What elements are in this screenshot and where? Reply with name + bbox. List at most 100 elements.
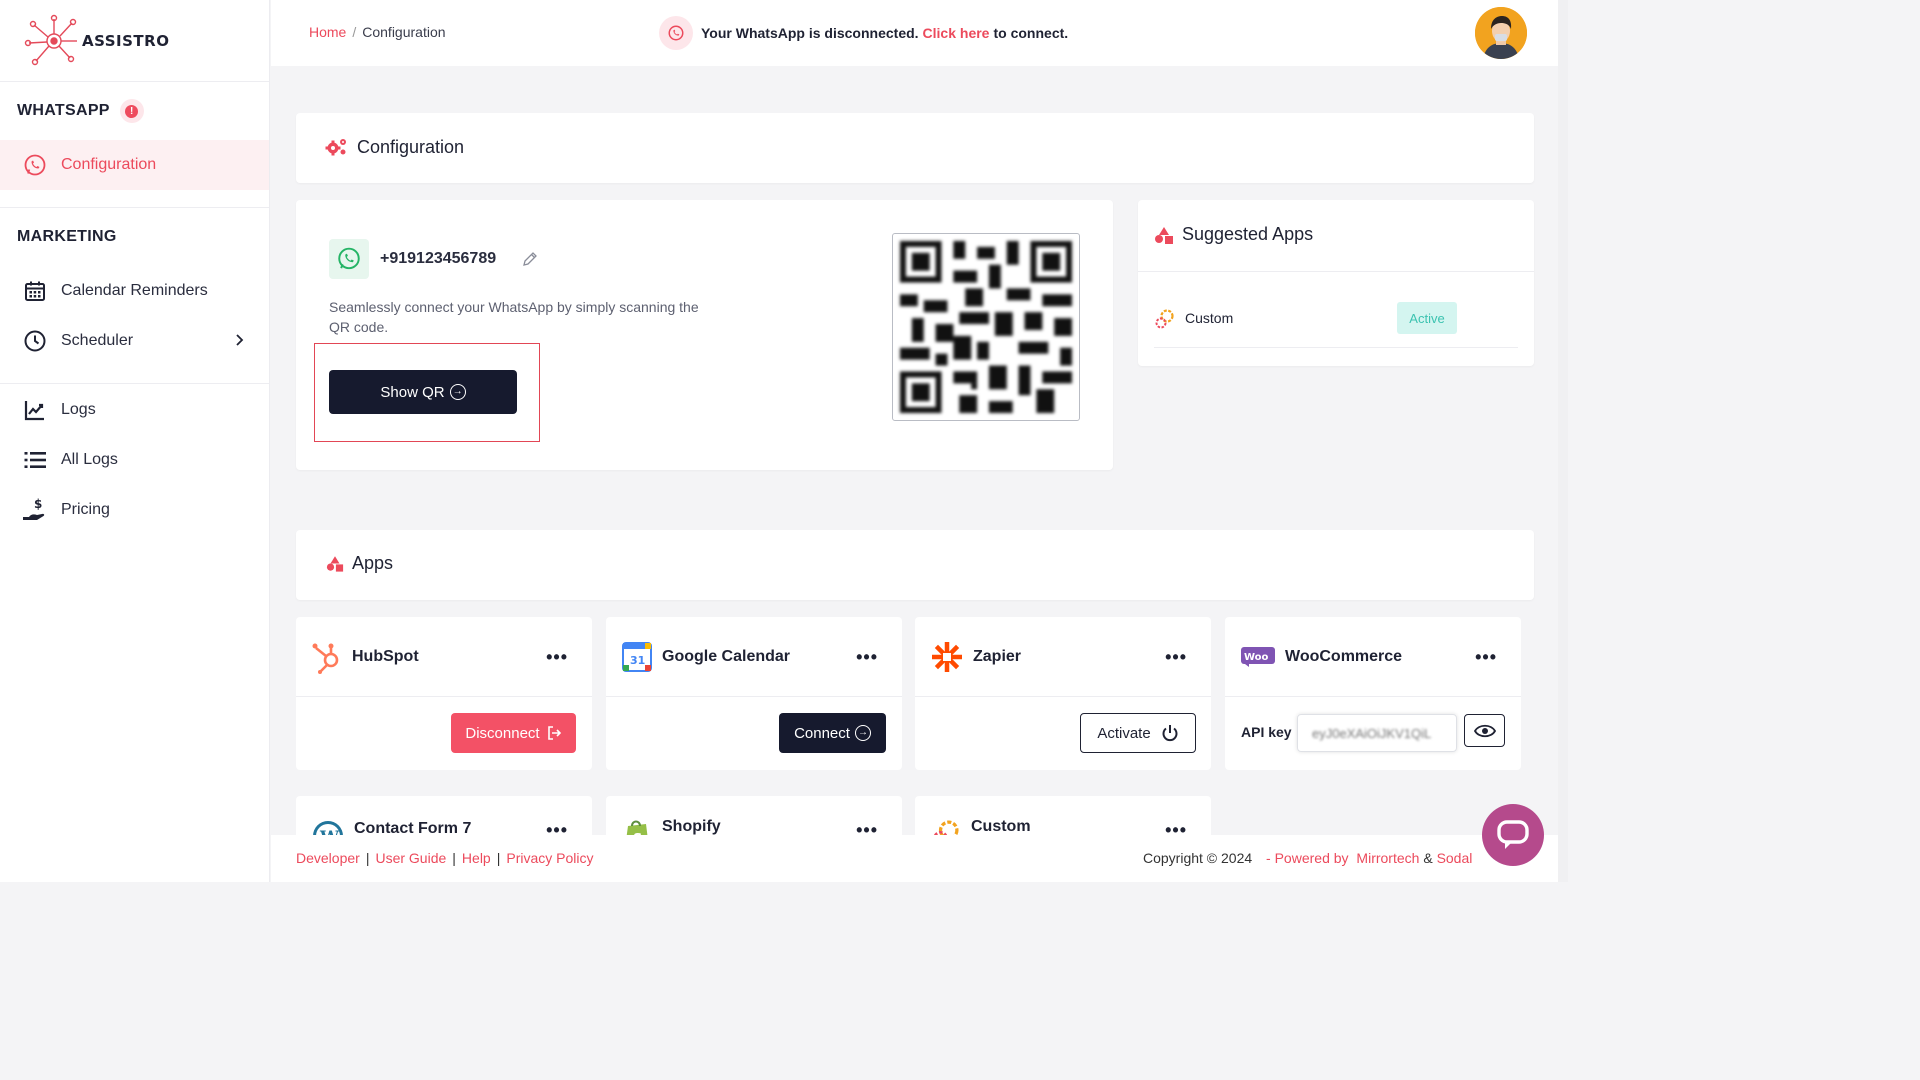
copyright-text: Copyright © 2024	[1143, 850, 1253, 866]
sidebar-item-label: Pricing	[61, 501, 110, 518]
warning-icon-glyph: !	[125, 104, 139, 118]
api-key-input[interactable]: eyJ0eXAiOiJKV1QiL	[1297, 714, 1457, 752]
disconnect-button[interactable]: Disconnect	[451, 713, 576, 753]
api-key-label: API key	[1241, 724, 1292, 740]
connect-button[interactable]: Connect →	[779, 713, 886, 753]
chevron-right-icon[interactable]	[233, 332, 245, 348]
woo-icon-text: Woo	[1244, 652, 1269, 663]
developer-link[interactable]: Developer	[296, 850, 360, 866]
breadcrumb: Home / Configuration	[309, 24, 446, 40]
list-item: Custom Active	[1154, 288, 1518, 348]
suggested-app-name: Custom	[1185, 310, 1234, 326]
breadcrumb-home-link[interactable]: Home	[309, 24, 346, 40]
sidebar-item-scheduler[interactable]: Scheduler	[0, 316, 269, 366]
configuration-title-text: Configuration	[357, 136, 465, 157]
sidebar-item-label: Calendar Reminders	[61, 282, 208, 299]
apps-title-text: Apps	[352, 553, 394, 573]
shapes-icon	[1155, 226, 1173, 244]
hubspot-card: HubSpot ••• Disconnect	[296, 617, 592, 770]
sodal-link[interactable]: Sodal	[1437, 850, 1473, 866]
disconnect-label: Disconnect	[465, 724, 540, 742]
avatar[interactable]	[1475, 7, 1527, 59]
help-link[interactable]: Help	[462, 850, 491, 866]
shapes-icon	[326, 556, 344, 572]
marketing-section-title: MARKETING	[17, 228, 117, 245]
app-name: Custom	[971, 818, 1031, 835]
app-card-body: Connect →	[606, 697, 902, 769]
power-icon	[1162, 725, 1178, 742]
app-name: Google Calendar	[662, 647, 791, 665]
divider	[1138, 271, 1534, 272]
privacy-policy-link[interactable]: Privacy Policy	[506, 850, 593, 866]
app-card-body: Activate	[915, 697, 1211, 769]
apps-title: Apps	[326, 553, 393, 574]
page-scrollbar[interactable]	[1558, 0, 1568, 882]
breadcrumb-current: Configuration	[362, 24, 446, 40]
app-name: Zapier	[973, 647, 1022, 665]
suggested-apps-title-text: Suggested Apps	[1182, 224, 1314, 244]
app-name: HubSpot	[352, 647, 419, 665]
more-options-icon[interactable]: •••	[1475, 647, 1497, 668]
brand-name: ASSISTRO	[82, 31, 170, 50]
alert-text: Your WhatsApp is disconnected.	[701, 25, 919, 41]
whatsapp-icon	[22, 152, 48, 178]
logout-icon	[547, 726, 561, 740]
chart-line-icon	[22, 397, 48, 423]
show-qr-button[interactable]: Show QR →	[329, 370, 517, 414]
sidebar-item-calendar-reminders[interactable]: Calendar Reminders	[0, 266, 269, 316]
calendar-icon	[22, 278, 48, 304]
app-card-header: Zapier •••	[915, 617, 1211, 697]
activate-button[interactable]: Activate	[1080, 713, 1196, 753]
sidebar-item-label: All Logs	[61, 451, 118, 468]
configuration-title: Configuration	[324, 136, 464, 158]
whatsapp-connection-card: +919123456789 Seamlessly connect your Wh…	[296, 200, 1113, 470]
footer-links: Developer | User Guide | Help | Privacy Policy	[296, 850, 594, 866]
woocommerce-icon: Woo	[1241, 646, 1275, 667]
app-name: Shopify	[662, 818, 721, 835]
whatsapp-icon	[329, 239, 369, 279]
eye-icon	[1473, 724, 1496, 737]
connect-label: Connect	[794, 724, 850, 742]
sidebar-item-configuration[interactable]: Configuration	[0, 140, 269, 190]
mirrortech-link[interactable]: Mirrortech	[1356, 850, 1419, 866]
show-key-button[interactable]	[1464, 714, 1505, 747]
woocommerce-card: Woo WooCommerce ••• API key eyJ0eXAiOiJK…	[1225, 617, 1521, 770]
show-qr-label: Show QR	[380, 383, 445, 401]
app-name: WooCommerce	[1285, 647, 1403, 665]
activate-label: Activate	[1097, 724, 1151, 742]
app-card-header: 31 Google Calendar •••	[606, 617, 902, 697]
sidebar-item-logs[interactable]: Logs	[0, 385, 269, 435]
chat-widget-button[interactable]	[1482, 804, 1544, 866]
configuration-header: Configuration	[296, 113, 1534, 183]
suggested-apps-card: Suggested Apps Custom Active	[1138, 200, 1534, 366]
zapier-icon	[932, 641, 962, 672]
more-options-icon[interactable]: •••	[1165, 647, 1187, 668]
sidebar-item-label: Configuration	[61, 156, 157, 173]
more-options-icon[interactable]: •••	[546, 647, 568, 668]
sidebar: ASSISTRO WHATSAPP ! Configuration MARKET…	[0, 0, 270, 882]
list-icon	[22, 447, 48, 473]
sidebar-item-pricing[interactable]: $ Pricing	[0, 485, 269, 535]
zapier-card: Zapier ••• Activate	[915, 617, 1211, 770]
qr-code-frame	[892, 233, 1080, 421]
brand-logo[interactable]: ASSISTRO	[0, 0, 269, 82]
whatsapp-section-title: WHATSAPP !	[0, 99, 144, 123]
google-calendar-card: 31 Google Calendar ••• Connect →	[606, 617, 902, 770]
app-card-body: API key eyJ0eXAiOiJKV1QiL	[1225, 697, 1521, 769]
pencil-edit-icon[interactable]	[521, 250, 539, 268]
connect-link[interactable]: Click here	[923, 25, 990, 41]
clock-icon	[22, 328, 48, 354]
suggested-apps-title: Suggested Apps	[1154, 224, 1313, 245]
user-avatar-icon	[1475, 7, 1527, 59]
chat-bubble-icon	[1497, 820, 1529, 849]
google-calendar-icon: 31	[622, 641, 652, 672]
gears-icon	[325, 139, 346, 156]
phone-number: +919123456789	[380, 250, 497, 267]
sidebar-item-all-logs[interactable]: All Logs	[0, 435, 269, 485]
user-guide-link[interactable]: User Guide	[375, 850, 446, 866]
custom-gear-icon	[1155, 309, 1174, 329]
more-options-icon[interactable]: •••	[856, 647, 878, 668]
calendar-icon-text: 31	[630, 654, 645, 667]
footer-separator: |	[496, 850, 501, 866]
sidebar-item-label: Scheduler	[61, 332, 134, 349]
